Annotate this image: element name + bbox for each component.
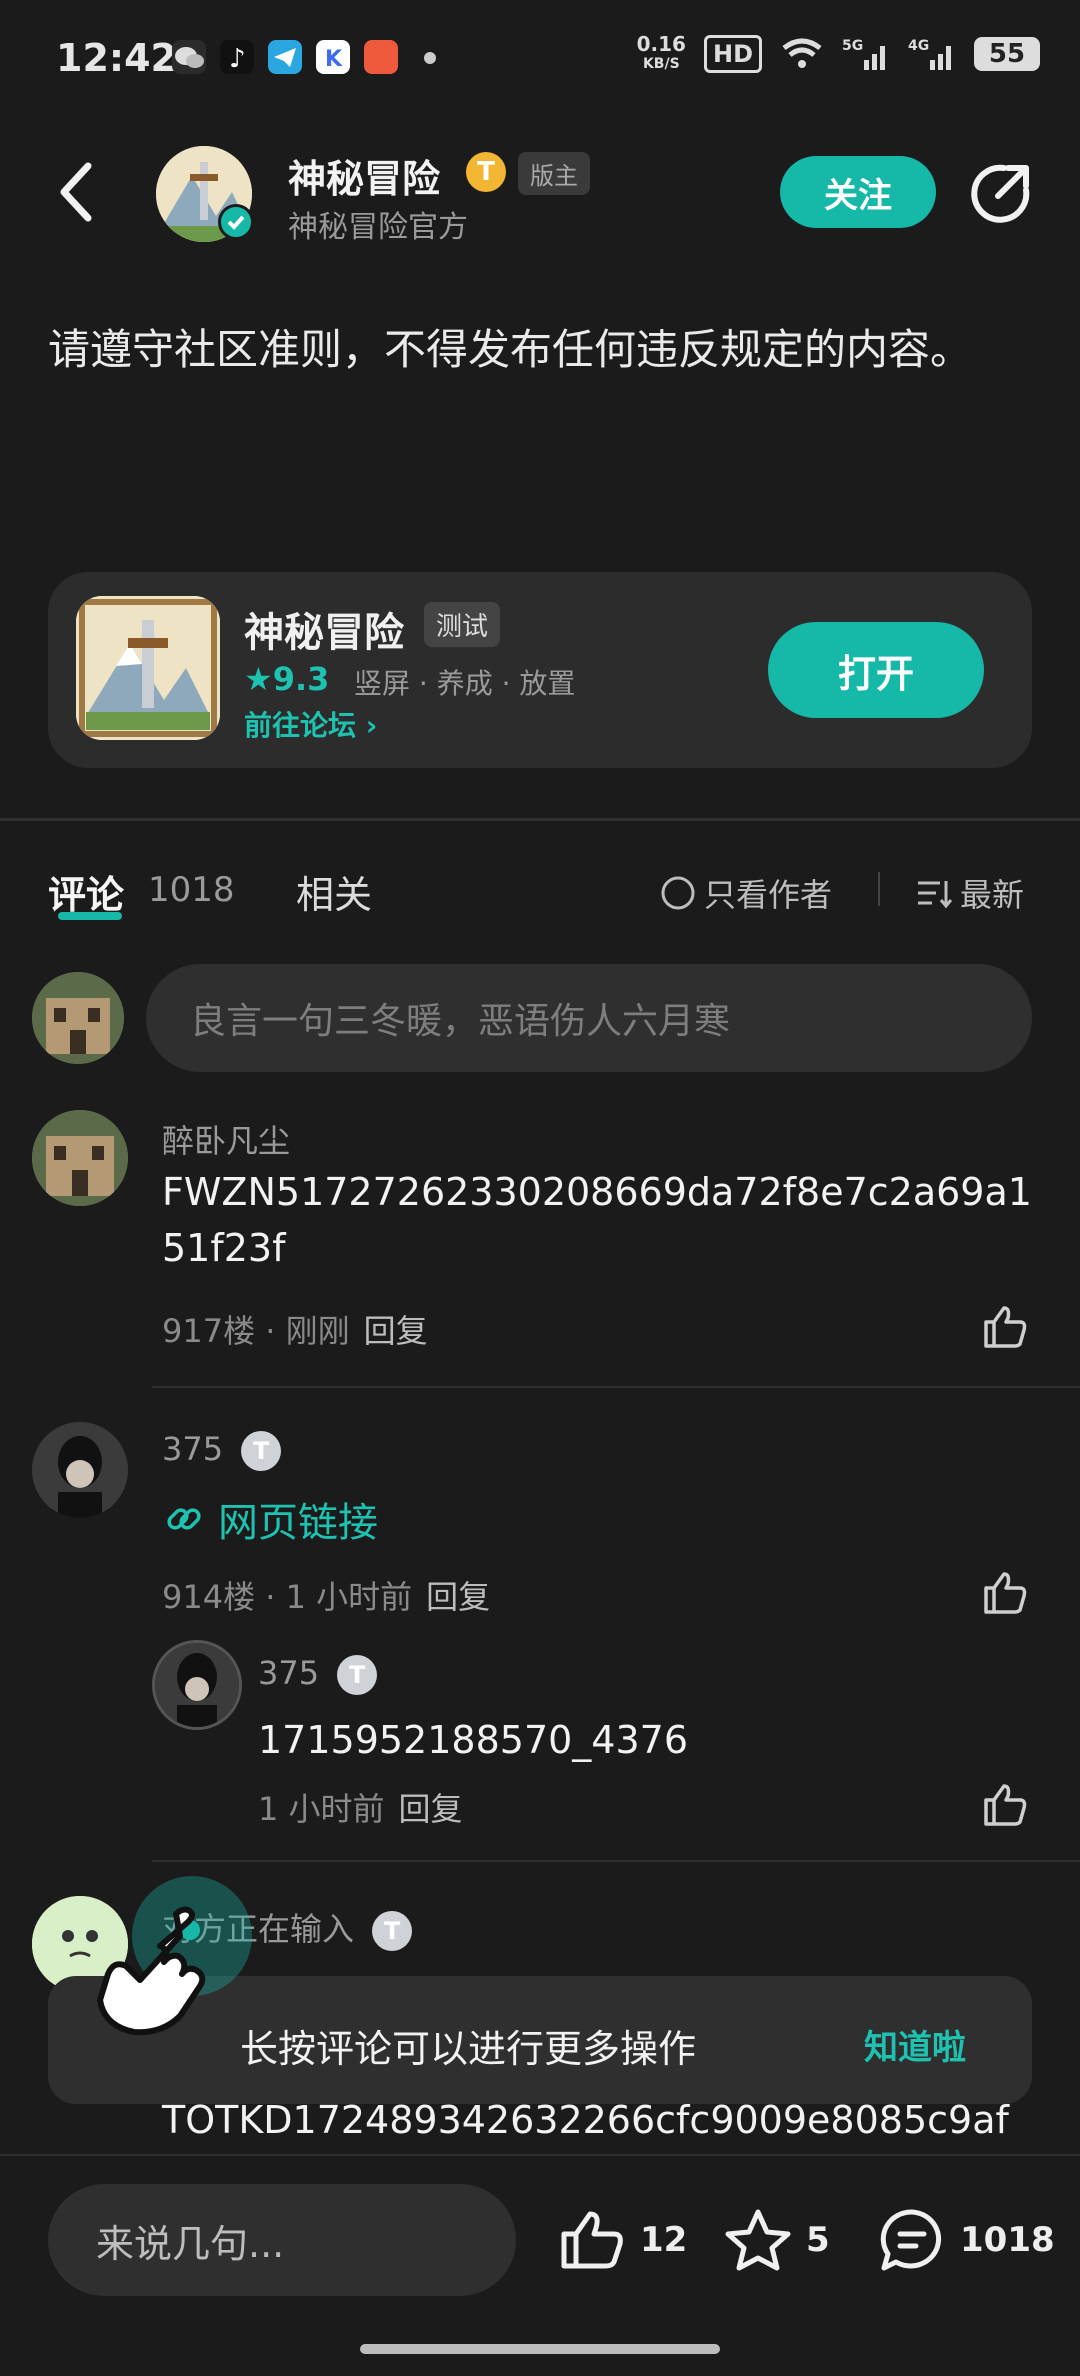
like-button[interactable]: 12: [558, 2208, 687, 2272]
reply-text: 1715952188570_4376: [258, 1718, 689, 1762]
only-author-toggle[interactable]: 只看作者: [660, 870, 832, 916]
home-indicator[interactable]: [360, 2344, 720, 2354]
got-it-button[interactable]: 知道啦: [864, 2020, 966, 2069]
like-icon[interactable]: [980, 1568, 1028, 1616]
app-icon-k: K: [316, 40, 350, 74]
signal-4g-icon: 4G: [908, 38, 951, 70]
share-button[interactable]: [968, 160, 1034, 230]
reply-button[interactable]: 回复: [426, 1578, 490, 1616]
share-icon: [971, 164, 1030, 223]
open-app-button[interactable]: 打开: [768, 622, 984, 718]
like-icon[interactable]: [980, 1302, 1028, 1350]
web-link-label: 网页链接: [218, 1500, 378, 1546]
bottom-comment-input[interactable]: 来说几句...: [48, 2184, 516, 2296]
web-link[interactable]: 网页链接: [164, 1490, 378, 1548]
section-divider: [0, 818, 1080, 821]
thumbs-up-icon: [561, 2211, 623, 2269]
wifi-icon: [782, 38, 822, 68]
comment-username[interactable]: 375 T: [162, 1430, 282, 1471]
post-text: 请遵守社区准则，不得发布任何违反规定的内容。: [48, 325, 973, 374]
level-badge: T: [337, 1655, 378, 1695]
telegram-icon: [268, 40, 302, 74]
app-icon-game: [364, 40, 398, 74]
svg-text:♪: ♪: [229, 44, 246, 74]
page-title: 神秘冒险: [288, 157, 441, 201]
svg-text:K: K: [325, 47, 343, 72]
comment-meta: 914楼 · 1 小时前 回复: [162, 1578, 491, 1616]
bottom-divider: [0, 2154, 1080, 2156]
level-badge: T: [372, 1911, 413, 1951]
reply-button[interactable]: 回复: [364, 1312, 428, 1350]
wechat-icon: [172, 40, 206, 74]
building-photo: [32, 972, 124, 1064]
moderator-tag: 版主: [518, 152, 590, 195]
test-tag: 测试: [424, 602, 501, 647]
app-card[interactable]: 神秘冒险 测试 ★9.3 竖屏 · 养成 · 放置 前往论坛 › 打开: [48, 572, 1032, 768]
building-photo: [32, 1110, 128, 1206]
comments-button[interactable]: 1018: [878, 2208, 1055, 2272]
comments-total: 1018: [960, 2220, 1055, 2260]
tab-comments[interactable]: 评论: [48, 864, 124, 919]
toast-text: 长按评论可以进行更多操作: [240, 2027, 697, 2071]
reply-avatar[interactable]: [152, 1640, 242, 1730]
favorite-button[interactable]: 5: [724, 2208, 830, 2272]
status-time: 12:42: [56, 36, 177, 80]
hd-icon: HD: [703, 35, 762, 73]
person-photo: [155, 1643, 239, 1727]
level-badge: T: [241, 1431, 282, 1471]
status-bar: 12:42 ♪ K 0.16 KB/S HD 5G 4G 55: [0, 0, 1080, 120]
comment-avatar[interactable]: [32, 1110, 128, 1206]
comment-divider: [152, 1860, 1080, 1862]
back-button[interactable]: [56, 160, 96, 228]
circle-radio-icon: [661, 876, 695, 910]
link-icon: [167, 1508, 201, 1530]
sword-mountain-logo: [76, 596, 220, 740]
verified-icon: [218, 204, 254, 240]
reply-username[interactable]: 375 T: [258, 1654, 378, 1695]
person-photo: [32, 1422, 128, 1518]
tab-related[interactable]: 相关: [296, 864, 372, 919]
like-icon[interactable]: [980, 1780, 1028, 1828]
hand-pointer-icon: [97, 1906, 206, 2036]
comment-username[interactable]: 醉卧凡尘: [162, 1116, 290, 1162]
comment-divider: [152, 1386, 1080, 1388]
sort-button[interactable]: 最新: [916, 870, 1024, 916]
comment-input[interactable]: 良言一句三冬暖，恶语伤人六月寒: [146, 964, 1032, 1072]
comments-count: 1018: [148, 870, 235, 910]
page-subtitle: 神秘冒险官方: [288, 210, 468, 245]
reply-meta: 1 小时前 回复: [258, 1790, 463, 1828]
comment-meta: 917楼 · 刚刚 回复: [162, 1312, 428, 1350]
tab-active-indicator: [58, 912, 122, 920]
chevron-left-icon: [60, 162, 92, 222]
cropped-heading: [48, 250, 228, 280]
signal-5g-icon: 5G: [842, 38, 885, 70]
favorite-count: 5: [806, 2220, 830, 2260]
reply-button[interactable]: 回复: [399, 1790, 463, 1828]
app-rating: ★9.3: [244, 660, 330, 698]
follow-button[interactable]: 关注: [780, 156, 936, 228]
forum-link[interactable]: 前往论坛 ›: [244, 704, 377, 744]
more-notifications-dot: [424, 52, 436, 64]
comment-avatar[interactable]: [32, 1422, 128, 1518]
sort-label: 最新: [960, 876, 1025, 914]
network-speed: 0.16 KB/S: [636, 32, 686, 72]
tiktok-icon: ♪: [220, 40, 254, 74]
tab-separator: [878, 872, 880, 906]
star-icon: [725, 2209, 791, 2271]
level-badge: T: [466, 152, 506, 192]
comment-bubble-icon: [880, 2209, 942, 2271]
app-name: 神秘冒险: [244, 610, 404, 656]
like-count: 12: [640, 2220, 688, 2260]
my-avatar[interactable]: [32, 972, 124, 1064]
only-author-label: 只看作者: [704, 876, 833, 914]
svg-text:4G: 4G: [908, 38, 929, 54]
app-tags: 竖屏 · 养成 · 放置: [354, 667, 576, 700]
comment-text: FWZN51727262330208669da72f8e7c2a69a151f2…: [162, 1170, 1032, 1270]
battery-icon: 55: [974, 37, 1040, 71]
svg-text:5G: 5G: [842, 38, 863, 54]
sort-icon: [918, 881, 952, 909]
app-icon: [76, 596, 220, 740]
